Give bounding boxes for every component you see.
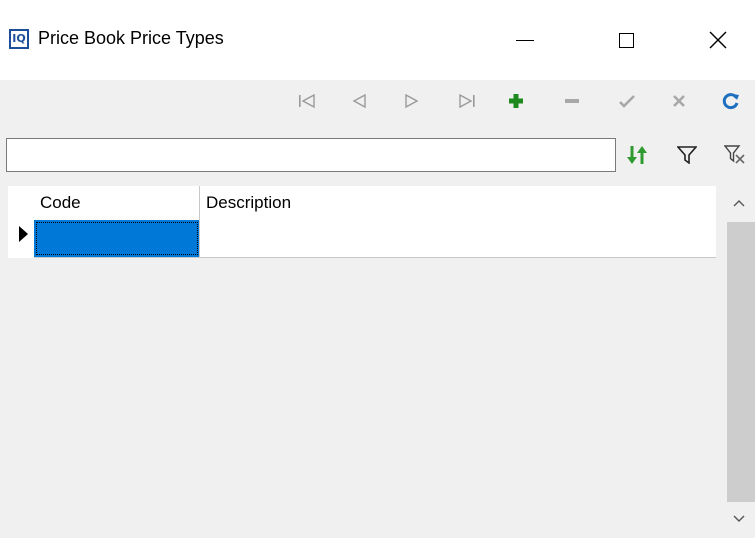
cancel-record-button[interactable] [667, 89, 691, 113]
chevron-down-icon [733, 515, 745, 522]
vertical-scrollbar[interactable] [723, 186, 755, 538]
maximize-button[interactable] [598, 16, 654, 64]
last-record-button[interactable] [455, 89, 479, 113]
sort-icon [627, 146, 647, 164]
close-icon [709, 31, 727, 49]
cell-code[interactable] [34, 220, 200, 257]
search-row [0, 138, 755, 178]
next-icon [405, 94, 419, 108]
insert-record-button[interactable] [504, 89, 528, 113]
close-button[interactable] [690, 16, 746, 64]
prior-record-button[interactable] [347, 89, 371, 113]
price-book-price-types-window: IQ Price Book Price Types Code Descripti… [0, 0, 755, 538]
check-icon [619, 95, 635, 108]
first-record-button[interactable] [295, 89, 319, 113]
sort-button[interactable] [624, 142, 650, 168]
current-row-indicator-icon [19, 226, 28, 242]
refresh-record-button[interactable] [719, 89, 743, 113]
first-icon [299, 94, 315, 108]
chevron-up-icon [733, 200, 745, 207]
minimize-icon [516, 39, 534, 41]
cancel-x-icon [673, 95, 685, 107]
search-input[interactable] [6, 138, 616, 172]
window-title: Price Book Price Types [38, 28, 224, 48]
table-row[interactable] [34, 220, 716, 258]
scroll-down-button[interactable] [723, 504, 755, 534]
scroll-track[interactable] [727, 222, 755, 502]
plus-icon [509, 94, 523, 108]
minimize-button[interactable] [497, 16, 553, 64]
clear-filter-icon [724, 145, 745, 164]
scroll-up-button[interactable] [723, 188, 755, 218]
column-header-code[interactable]: Code [34, 186, 200, 220]
price-types-grid: Code Description [4, 186, 755, 538]
app-icon: IQ [9, 29, 29, 49]
prev-icon [352, 94, 366, 108]
delete-record-button[interactable] [560, 89, 584, 113]
post-record-button[interactable] [615, 89, 639, 113]
filter-button[interactable] [674, 142, 700, 168]
next-record-button[interactable] [400, 89, 424, 113]
refresh-icon [722, 93, 739, 110]
last-icon [459, 94, 475, 108]
filter-icon [677, 146, 697, 164]
grid-header: Code Description [34, 186, 716, 221]
clear-filter-button[interactable] [722, 142, 748, 168]
column-header-description[interactable]: Description [200, 186, 716, 220]
maximize-icon [618, 32, 634, 48]
record-navigator [0, 80, 755, 122]
cell-description[interactable] [200, 220, 716, 257]
title-bar[interactable]: IQ Price Book Price Types [0, 0, 755, 80]
minus-icon [565, 99, 579, 103]
